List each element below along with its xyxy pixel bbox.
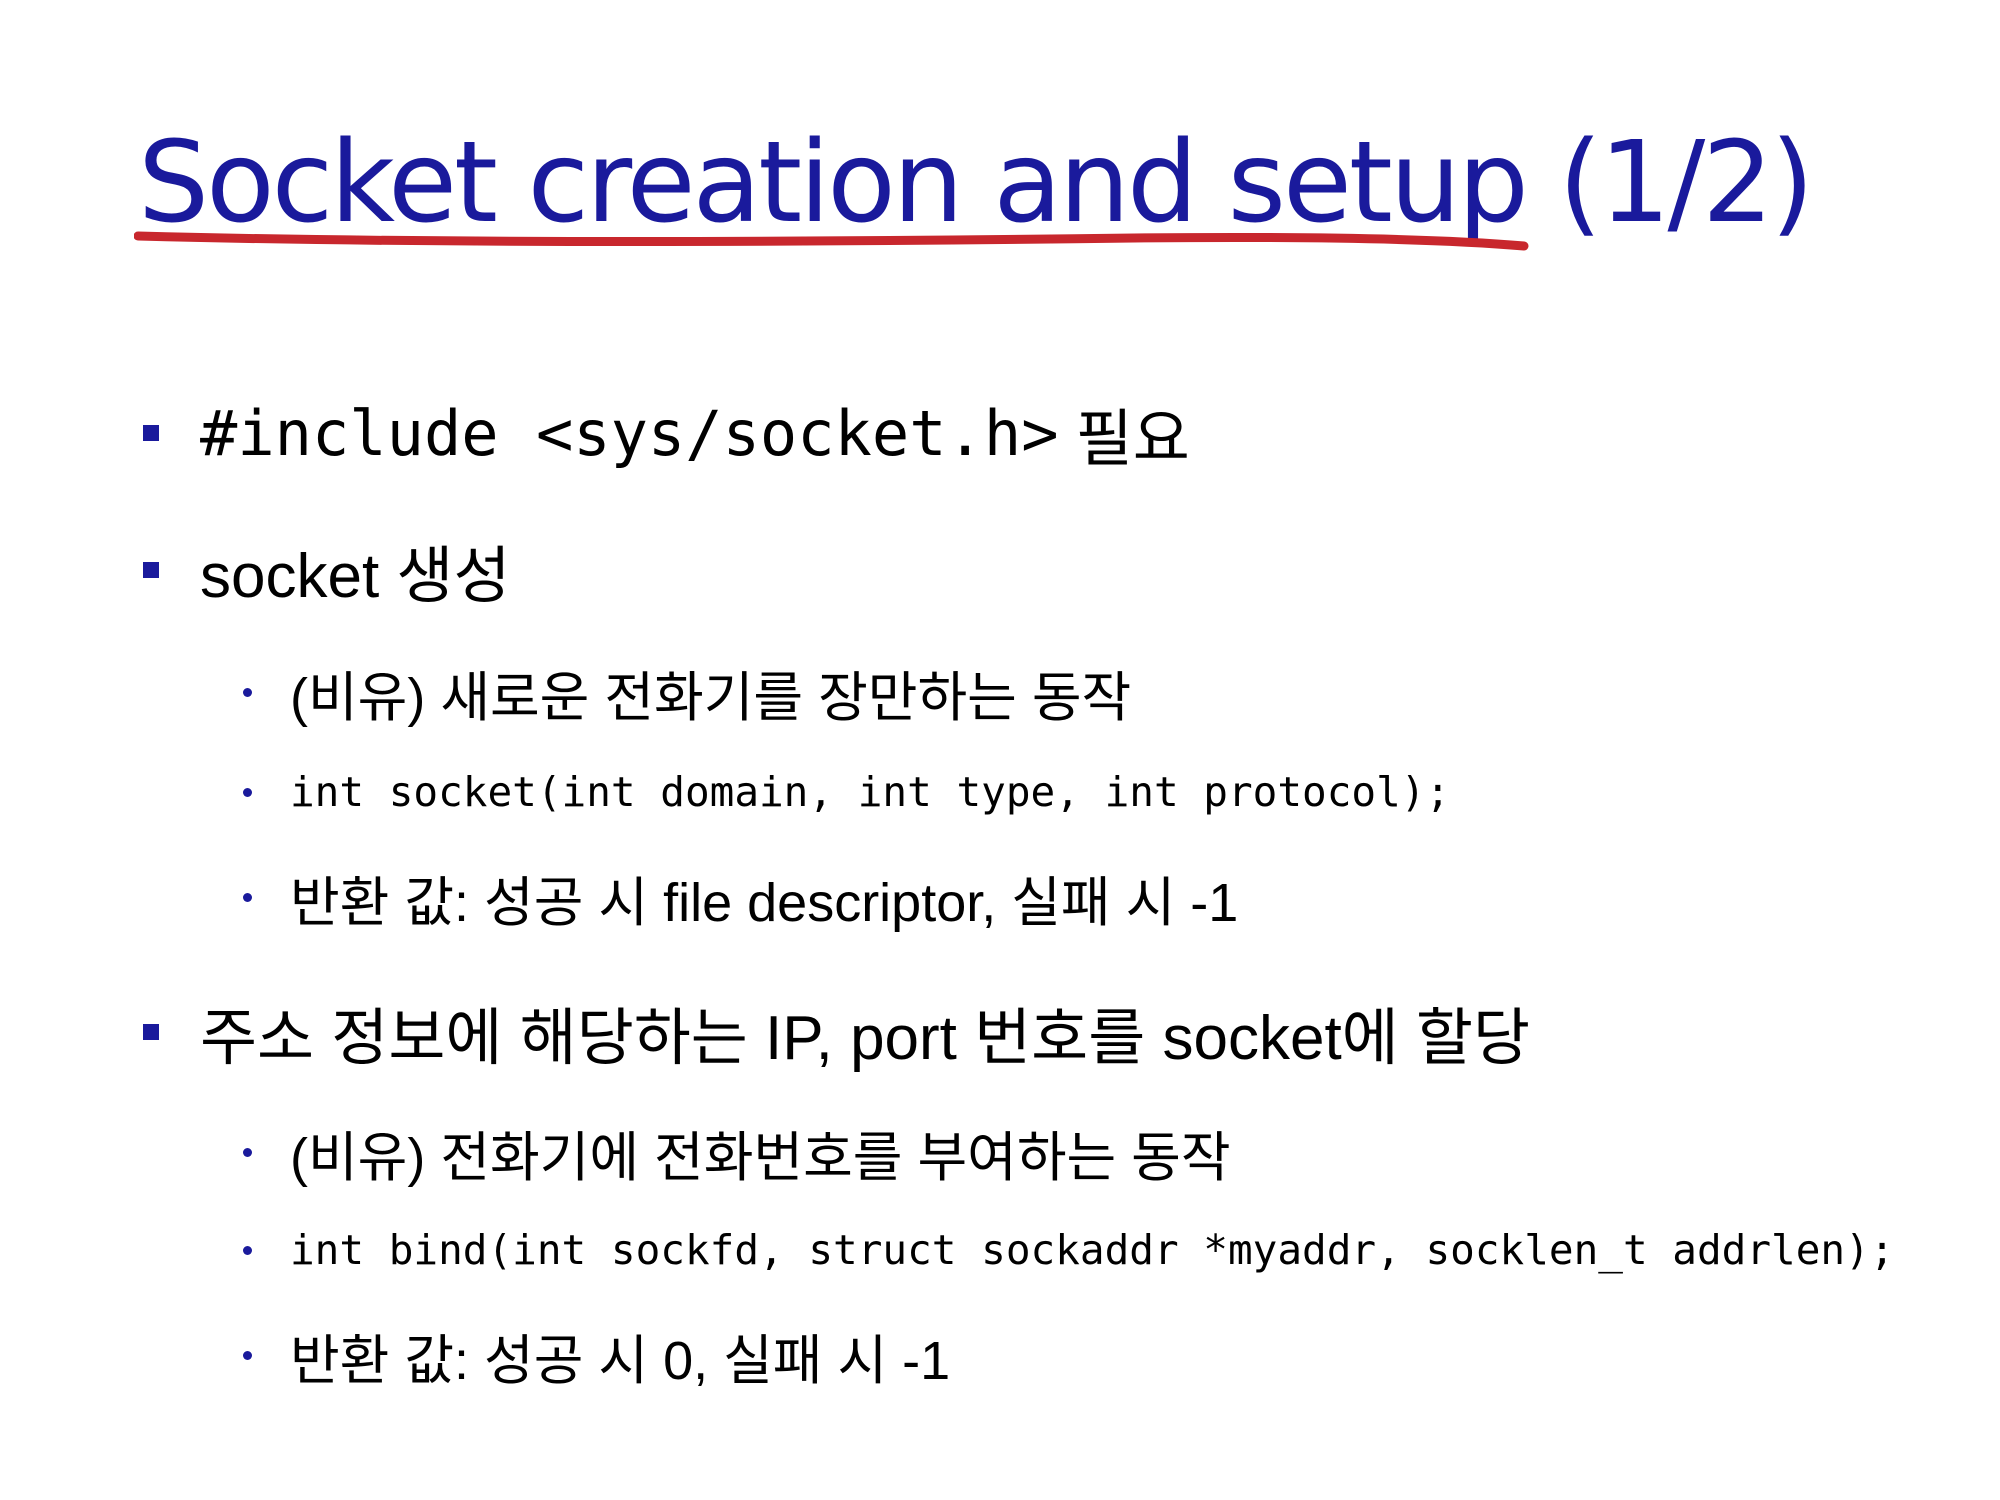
sub-bullet-analogy-number: (비유) 전화기에 전화번호를 부여하는 동작 bbox=[243, 1117, 1231, 1188]
sub-bullet-socket-signature: int socket(int domain, int type, int pro… bbox=[243, 757, 1451, 827]
sub-bullet-text: 반환 값: 성공 시 file descriptor, 실패 시 -1 bbox=[290, 872, 1239, 933]
round-bullet-icon bbox=[243, 788, 252, 797]
code-include: #include <sys/socket.h> bbox=[200, 396, 1059, 470]
title-underline bbox=[134, 231, 1529, 251]
round-bullet-icon bbox=[243, 893, 252, 902]
bullet-text: socket 생성 bbox=[200, 542, 511, 611]
slide: Socket creation and setup (1/2) #include… bbox=[0, 0, 2000, 1500]
code-socket-signature: int socket(int domain, int type, int pro… bbox=[290, 768, 1451, 816]
bullet-text: 필요 bbox=[1058, 405, 1190, 474]
bullet-item-socket-create: socket 생성 bbox=[143, 530, 511, 611]
bullet-item-include: #include <sys/socket.h> 필요 bbox=[143, 393, 1190, 474]
bullet-text: 주소 정보에 해당하는 IP, port 번호를 socket에 할당 bbox=[200, 1004, 1531, 1073]
sub-bullet-bind-signature: int bind(int sockfd, struct sockaddr *my… bbox=[243, 1215, 1895, 1285]
sub-bullet-socket-return: 반환 값: 성공 시 file descriptor, 실패 시 -1 bbox=[243, 862, 1238, 933]
sub-bullet-text: (비유) 새로운 전화기를 장만하는 동작 bbox=[290, 667, 1132, 728]
square-bullet-icon bbox=[143, 562, 159, 578]
round-bullet-icon bbox=[243, 1246, 252, 1255]
sub-bullet-text: (비유) 전화기에 전화번호를 부여하는 동작 bbox=[290, 1127, 1231, 1188]
square-bullet-icon bbox=[143, 425, 159, 441]
sub-bullet-bind-return: 반환 값: 성공 시 0, 실패 시 -1 bbox=[243, 1320, 950, 1391]
round-bullet-icon bbox=[243, 688, 252, 697]
square-bullet-icon bbox=[143, 1024, 159, 1040]
round-bullet-icon bbox=[243, 1351, 252, 1360]
sub-bullet-analogy-phone: (비유) 새로운 전화기를 장만하는 동작 bbox=[243, 657, 1131, 728]
bullet-item-bind-address: 주소 정보에 해당하는 IP, port 번호를 socket에 할당 bbox=[143, 992, 1530, 1073]
round-bullet-icon bbox=[243, 1148, 252, 1157]
code-bind-signature: int bind(int sockfd, struct sockaddr *my… bbox=[290, 1226, 1895, 1274]
sub-bullet-text: 반환 값: 성공 시 0, 실패 시 -1 bbox=[290, 1330, 951, 1391]
